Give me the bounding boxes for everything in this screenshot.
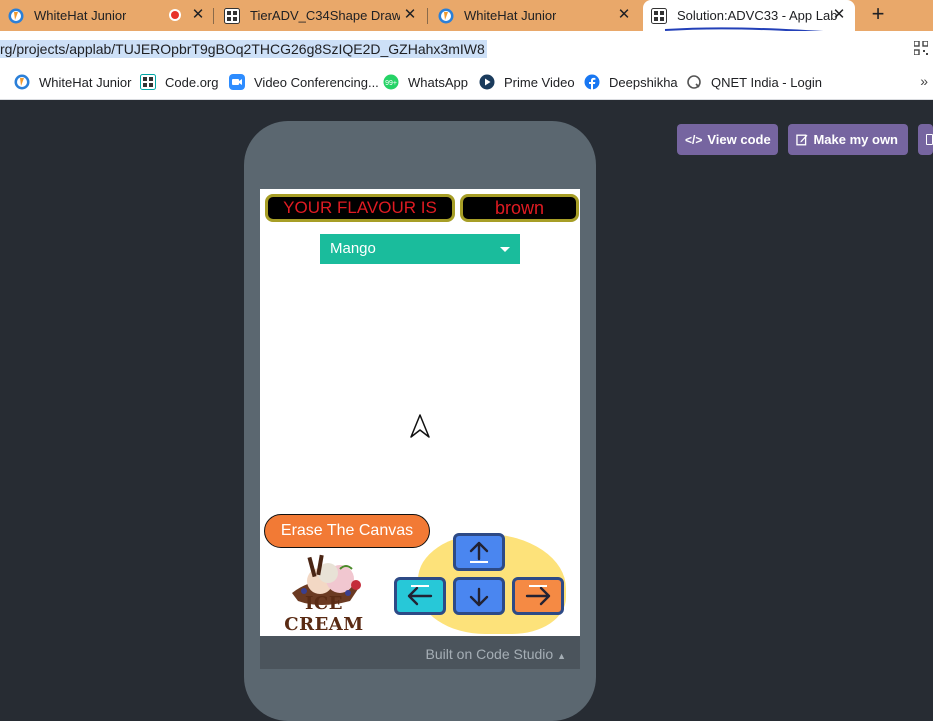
- close-tab-icon[interactable]: ✕: [831, 7, 847, 23]
- ice-cream-logo-text: ICE CREAM: [284, 593, 364, 635]
- browser-tab-bar: WhiteHat Junior ✕ TierADV_C34Shape Drawe…: [0, 0, 933, 34]
- arrow-down-icon: [469, 587, 489, 607]
- url-text[interactable]: rg/projects/applab/TUJEROpbrT9gBOq2THCG2…: [0, 40, 487, 58]
- qnet-icon: [686, 74, 702, 90]
- code-studio-icon: [651, 7, 667, 24]
- bookmark-deepshikha[interactable]: Deepshikha: [584, 65, 678, 99]
- left-arrow-key[interactable]: [394, 577, 446, 615]
- bookmark-qnet-india[interactable]: QNET India - Login: [686, 65, 822, 99]
- device-toggle-button[interactable]: [918, 124, 933, 155]
- bookmarks-bar: WhiteHat Junior Code.org Video Conferenc…: [0, 65, 933, 100]
- tab-whitehat-junior-2[interactable]: WhiteHat Junior ✕: [430, 0, 640, 31]
- tab-divider: [213, 8, 214, 24]
- bookmark-label: Video Conferencing...: [254, 74, 379, 90]
- whitehat-icon: [14, 74, 30, 90]
- up-arrow-key[interactable]: [453, 533, 505, 571]
- qr-code-icon[interactable]: [914, 41, 928, 55]
- right-arrow-key[interactable]: [512, 577, 564, 615]
- bookmark-prime-video[interactable]: Prime Video: [479, 65, 575, 99]
- edit-icon: [796, 134, 808, 146]
- arrow-up-icon: [469, 541, 489, 563]
- flavour-label: YOUR FLAVOUR IS: [265, 194, 455, 222]
- bookmark-video-conferencing[interactable]: Video Conferencing...: [229, 65, 379, 99]
- close-tab-icon[interactable]: ✕: [616, 7, 632, 23]
- new-tab-button[interactable]: +: [866, 3, 890, 27]
- tab-whitehat-junior-1[interactable]: WhiteHat Junior ✕: [0, 0, 212, 31]
- close-tab-icon[interactable]: ✕: [190, 7, 206, 23]
- footer-text: Built on Code Studio ▲: [426, 646, 566, 662]
- facebook-icon: [584, 74, 600, 90]
- flavour-value: brown: [460, 194, 579, 222]
- footer-label: Built on Code Studio: [425, 646, 554, 662]
- tab-applab-solution[interactable]: Solution:ADVC33 - App Lab ✕: [643, 0, 855, 34]
- bookmark-label: QNET India - Login: [711, 74, 823, 90]
- turtle-cursor-icon: [410, 414, 430, 438]
- tab-shape-drawer[interactable]: TierADV_C34Shape Drawer - ✕: [216, 0, 426, 31]
- bookmark-label: Code.org: [165, 74, 219, 90]
- tab-title: WhiteHat Junior: [34, 8, 127, 23]
- view-code-button[interactable]: </> View code: [677, 124, 778, 155]
- down-arrow-key[interactable]: [453, 577, 505, 615]
- phone-icon: [926, 134, 933, 145]
- tab-title: TierADV_C34Shape Drawer -: [250, 8, 400, 23]
- more-bookmarks-icon[interactable]: »: [920, 73, 928, 89]
- bookmark-code-org[interactable]: Code.org: [140, 65, 218, 99]
- erase-canvas-button[interactable]: Erase The Canvas: [264, 514, 430, 548]
- prime-video-icon: [479, 74, 495, 90]
- dropdown-value: Mango: [330, 240, 376, 257]
- recording-icon: [169, 9, 181, 21]
- tab-divider: [427, 8, 428, 24]
- code-org-icon: [140, 74, 156, 90]
- view-code-label: View code: [707, 132, 771, 147]
- arrow-left-icon: [407, 585, 433, 606]
- caret-up-icon: ▲: [557, 651, 566, 661]
- bookmark-label: WhiteHat Junior: [39, 74, 132, 90]
- whitehat-icon: [438, 8, 454, 24]
- address-bar[interactable]: rg/projects/applab/TUJEROpbrT9gBOq2THCG2…: [0, 31, 933, 66]
- bookmark-label: Deepshikha: [609, 74, 678, 90]
- bookmark-whatsapp[interactable]: 99+ WhatsApp: [383, 65, 468, 99]
- arrow-right-icon: [525, 585, 551, 606]
- code-icon: </>: [685, 132, 703, 147]
- tab-title: Solution:ADVC33 - App Lab: [677, 8, 838, 23]
- make-my-own-label: Make my own: [813, 132, 898, 147]
- flavour-dropdown[interactable]: Mango: [320, 234, 520, 264]
- code-studio-icon: [224, 7, 240, 24]
- make-my-own-button[interactable]: Make my own: [788, 124, 908, 155]
- code-studio-footer[interactable]: Built on Code Studio ▲: [260, 636, 580, 669]
- app-screen: YOUR FLAVOUR IS brown Mango Erase The Ca…: [260, 189, 580, 636]
- zoom-icon: [229, 74, 245, 90]
- bookmark-whitehat-junior[interactable]: WhiteHat Junior: [14, 65, 131, 99]
- tab-title: WhiteHat Junior: [464, 8, 557, 23]
- ice-cream-logo: ICE CREAM: [270, 551, 378, 635]
- chevron-down-icon: [500, 247, 510, 252]
- svg-text:99+: 99+: [385, 80, 397, 87]
- whitehat-icon: [8, 8, 24, 24]
- bookmark-label: WhatsApp: [408, 74, 468, 90]
- close-tab-icon[interactable]: ✕: [402, 7, 418, 23]
- whatsapp-icon: 99+: [383, 74, 399, 90]
- bookmark-label: Prime Video: [504, 74, 575, 90]
